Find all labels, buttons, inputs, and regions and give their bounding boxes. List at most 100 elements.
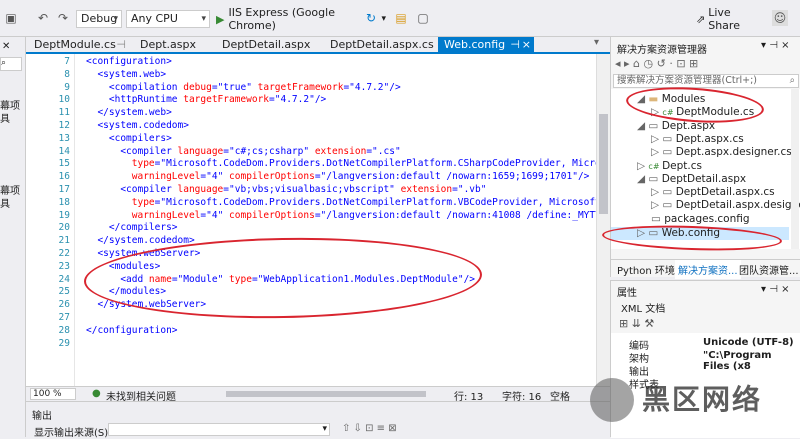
tree-item-dept-aspx-cs[interactable]: ▷ ▭ Dept.aspx.cs xyxy=(651,133,744,146)
tab-deptdetail-aspx-cs[interactable]: DeptDetail.aspx.cs xyxy=(324,37,434,52)
output-panel: 输出 显示输出来源(S): ▾ ⇧ ⇩ ⊡ ≡ ⊠ xyxy=(26,401,610,439)
search-placeholder: 搜索解决方案资源管理器(Ctrl+;) xyxy=(617,75,757,86)
tab-web-config[interactable]: Web.config ⊣ × xyxy=(438,37,534,52)
code-line[interactable]: </system.web> xyxy=(86,107,171,120)
window-icon[interactable]: ▢ xyxy=(416,10,430,26)
config-dropdown[interactable]: Debug ▾ xyxy=(76,10,122,28)
chevron-down-icon: ▾ xyxy=(201,14,206,24)
property-value[interactable]: "C:\Program Files (x8 xyxy=(703,350,800,372)
code-line[interactable]: warningLevel="4" compilerOptions="/langv… xyxy=(86,171,590,184)
pin-icon[interactable]: ⊣ xyxy=(510,37,520,52)
code-line[interactable]: <system.codedom> xyxy=(86,120,189,133)
horizontal-scrollbar[interactable] xyxy=(226,391,426,397)
left-tool-strip: ✕ ⌕ 幕项 具 幕项 具 xyxy=(0,37,26,437)
chevron-down-icon: ▾ xyxy=(322,424,327,434)
collapse-icon: ▷ xyxy=(651,146,663,158)
code-line[interactable]: <compiler language="c#;cs;csharp" extens… xyxy=(86,146,400,159)
file-icon: ▭ xyxy=(648,173,662,185)
solution-search-input[interactable]: 搜索解决方案资源管理器(Ctrl+;) ⌕ xyxy=(613,74,799,88)
code-line[interactable]: type="Microsoft.CodeDom.Providers.DotNet… xyxy=(86,197,596,210)
tree-item-dept-aspx-designer[interactable]: ▷ ▭ Dept.aspx.designer.cs xyxy=(651,146,792,159)
code-line[interactable]: <compilers> xyxy=(86,133,172,146)
live-share-button[interactable]: ⇗ Live Share xyxy=(696,6,760,32)
undo-icon[interactable]: ↶ xyxy=(36,10,50,26)
expand-icon: ◢ xyxy=(637,173,649,185)
tab-team-explorer[interactable]: 团队资源管... xyxy=(739,262,799,277)
left-strip-item[interactable]: 具 xyxy=(0,110,10,125)
code-editor[interactable]: 7 8 9 10 11 12 13 14 15 16 17 18 19 20 21 22 23 24 25 26 27 2… xyxy=(26,54,596,386)
output-title: 输出 xyxy=(32,411,52,422)
platform-value: Any CPU xyxy=(131,12,178,25)
tab-deptdetail-aspx[interactable]: DeptDetail.aspx xyxy=(216,37,322,52)
code-line[interactable]: <compilation debug="true" targetFramewor… xyxy=(86,82,401,95)
tab-overflow-icon[interactable]: ▾ xyxy=(594,37,599,48)
scrollbar-thumb[interactable] xyxy=(599,114,608,214)
refresh-icon[interactable]: ↻ xyxy=(364,10,378,26)
left-search-icon[interactable]: ⌕ xyxy=(0,57,22,71)
config-file-icon: ▭ xyxy=(651,213,665,225)
file-icon: ▭ xyxy=(662,199,676,211)
check-circle-icon: ● xyxy=(92,388,101,399)
code-area[interactable]: <configuration> <system.web> <compilatio… xyxy=(26,54,596,386)
code-line[interactable]: <compiler language="vb;vbs;visualbasic;v… xyxy=(86,184,486,197)
run-button[interactable]: ▶ IIS Express (Google Chrome) ▾ xyxy=(216,6,386,32)
watermark-text: 黑区网络 xyxy=(642,383,763,416)
pin-icon[interactable]: ✕ xyxy=(2,41,10,52)
file-icon: ▭ xyxy=(662,186,676,198)
live-share-icon: ⇗ xyxy=(696,12,706,26)
tree-item-dept-cs[interactable]: ▷ c# Dept.cs xyxy=(637,160,702,173)
save-all-icon[interactable]: ▣ xyxy=(4,10,18,26)
zoom-dropdown[interactable]: 100 % xyxy=(30,388,76,400)
folder-icon[interactable]: ▤ xyxy=(394,10,408,26)
code-line[interactable]: <httpRuntime targetFramework="4.7.2"/> xyxy=(86,94,326,107)
editor-status-bar: 100 % ● 未找到相关问题 行: 13 字符: 16 空格 xyxy=(26,386,610,403)
panel-controls-icon[interactable]: ▾ ⊣ × xyxy=(761,40,789,51)
tree-item-deptdetail-aspx-cs[interactable]: ▷ ▭ DeptDetail.aspx.cs xyxy=(651,186,775,199)
chevron-down-icon: ▾ xyxy=(381,14,386,24)
search-icon: ⌕ xyxy=(789,75,795,86)
tab-solution-explorer[interactable]: 解决方案资... xyxy=(675,260,741,279)
expand-icon: ◢ xyxy=(637,120,649,132)
solution-toolbar-icons[interactable]: ◂ ▸ ⌂ ◷ ↺ · ⊡ ⊞ xyxy=(615,57,698,70)
output-toolbar-icons[interactable]: ⇧ ⇩ ⊡ ≡ ⊠ xyxy=(342,423,397,434)
properties-object: XML 文档 xyxy=(621,304,666,315)
tree-item-packages-config[interactable]: ▭ packages.config xyxy=(651,213,750,226)
property-value[interactable]: Unicode (UTF-8) xyxy=(703,337,794,348)
tree-item-deptdetail-designer[interactable]: ▷ ▭ DeptDetail.aspx.designe xyxy=(651,199,800,212)
fold-margin xyxy=(74,54,75,386)
code-line[interactable]: </compilers> xyxy=(86,222,178,235)
main-toolbar: ▣ ↶ ↷ Debug ▾ Any CPU ▾ ▶ IIS Express (Goog… xyxy=(0,0,800,37)
tree-item-deptdetail-aspx[interactable]: ◢ ▭ DeptDetail.aspx xyxy=(637,173,746,186)
file-icon: ▭ xyxy=(662,146,676,158)
code-line[interactable]: warningLevel="4" compilerOptions="/langv… xyxy=(86,210,596,223)
collapse-icon: ▷ xyxy=(637,160,649,172)
panel-controls-icon[interactable]: ▾ ⊣ × xyxy=(761,284,789,295)
tab-python-env[interactable]: Python 环境 xyxy=(617,262,675,277)
feedback-icon[interactable]: ☺ xyxy=(772,10,788,26)
watermark: 黑区网络 xyxy=(586,370,800,437)
tab-deptmodule-cs[interactable]: DeptModule.cs ⊣ xyxy=(28,37,130,52)
code-line[interactable]: </configuration> xyxy=(86,325,178,338)
editor-vertical-scrollbar[interactable] xyxy=(596,54,610,386)
left-strip-item[interactable]: 具 xyxy=(0,195,10,210)
platform-dropdown[interactable]: Any CPU ▾ xyxy=(126,10,210,28)
code-line[interactable]: <system.web> xyxy=(86,69,166,82)
csharp-file-icon: c# xyxy=(648,162,663,171)
output-source-dropdown[interactable]: ▾ xyxy=(108,423,330,436)
live-share-label: Live Share xyxy=(708,6,740,32)
redo-icon[interactable]: ↷ xyxy=(56,10,70,26)
tab-dept-aspx[interactable]: Dept.aspx xyxy=(134,37,210,52)
run-label: IIS Express (Google Chrome) xyxy=(228,6,335,32)
close-icon[interactable]: × xyxy=(522,37,531,52)
code-line[interactable]: type="Microsoft.CodeDom.Providers.DotNet… xyxy=(86,158,596,171)
chevron-down-icon: ▾ xyxy=(113,14,118,24)
properties-toolbar-icons[interactable]: ⊞ ⇊ ⚒ xyxy=(619,317,654,330)
code-line[interactable]: <configuration> xyxy=(86,56,172,69)
solution-scrollbar[interactable] xyxy=(791,89,799,249)
properties-title: 属性 xyxy=(617,288,637,299)
file-icon: ▭ xyxy=(648,120,662,132)
document-tab-bar: DeptModule.cs ⊣ Dept.aspx DeptDetail.aspx… xyxy=(26,37,610,54)
pin-icon[interactable]: ⊣ xyxy=(116,37,126,52)
solution-explorer-title: 解决方案资源管理器 xyxy=(617,45,707,56)
file-icon: ▭ xyxy=(662,133,676,145)
